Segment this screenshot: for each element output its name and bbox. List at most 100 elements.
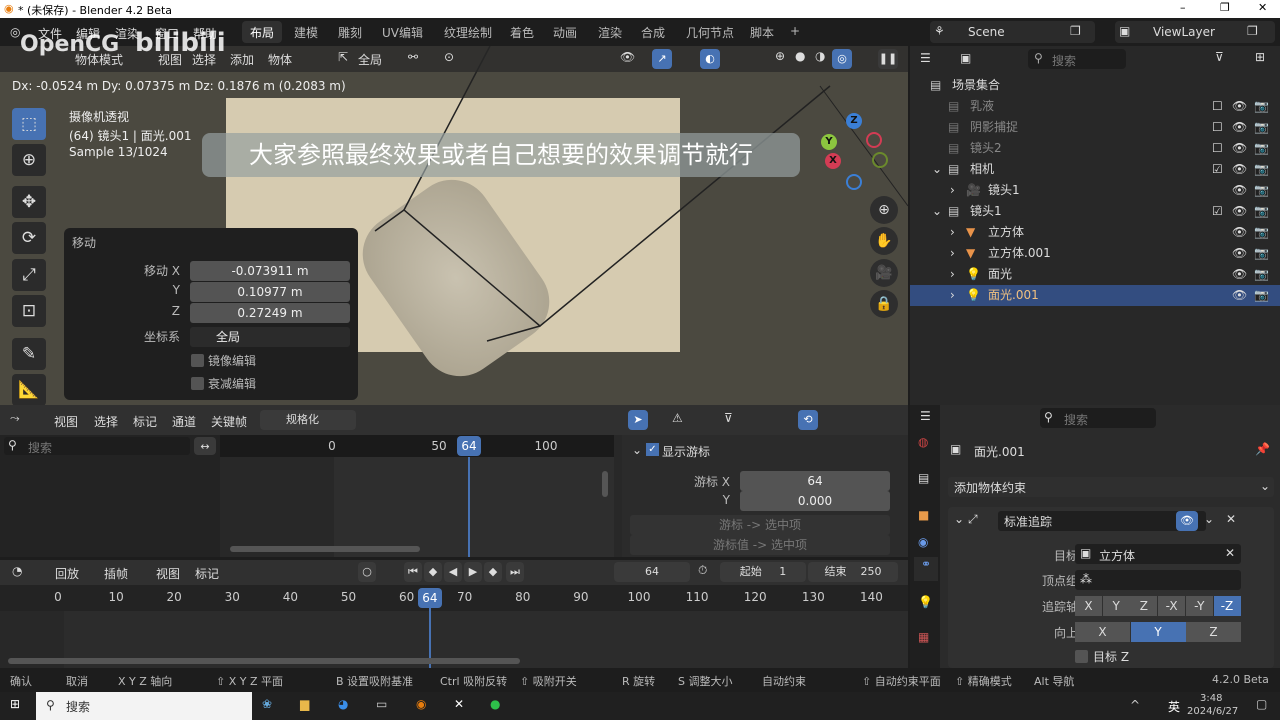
tab-modeling[interactable]: 建模	[286, 21, 326, 43]
video-app-icon[interactable]: ▭	[376, 697, 387, 711]
3d-viewport[interactable]: 物体模式 视图 选择 添加 物体 ⇱ 全局 ⚯ ⊙ 👁 ↗ ◐ ⊕ ● ◑ ◎ …	[0, 46, 908, 405]
annotate-tool-icon[interactable]: ✎	[12, 338, 46, 370]
filter-icon[interactable]: ⊽	[1215, 50, 1224, 64]
select-box-tool-icon[interactable]: ⬚	[12, 108, 46, 140]
track-axis--Z[interactable]: -Z	[1213, 596, 1241, 616]
track-axis--X[interactable]: -X	[1158, 596, 1186, 616]
editor-type-icon[interactable]: ⤳	[10, 411, 20, 426]
graph-v-scrollbar[interactable]	[602, 471, 608, 497]
pin-icon[interactable]: 📌	[1255, 442, 1270, 456]
move-x-field[interactable]: -0.073911 m	[190, 261, 350, 281]
add-workspace-button[interactable]: +	[782, 21, 808, 43]
tab-scripting[interactable]: 脚本	[742, 21, 782, 43]
world-tab-icon[interactable]: ◍	[918, 435, 928, 449]
next-keyframe-icon[interactable]: ◆	[484, 562, 502, 582]
collapse-icon[interactable]: ⌄	[954, 512, 964, 526]
blender-taskbar-icon[interactable]: ◉	[416, 697, 426, 711]
render-camera-icon[interactable]: 📷	[1254, 180, 1269, 201]
tab-shading[interactable]: 着色	[502, 21, 542, 43]
expand-icon[interactable]: ›	[950, 222, 955, 243]
clock-date[interactable]: 2024/6/27	[1187, 706, 1238, 717]
expand-icon[interactable]: ›	[950, 285, 955, 306]
warning-icon[interactable]: ⚠	[672, 411, 683, 425]
exclude-checkbox[interactable]: ☐	[1212, 96, 1223, 117]
graph-playhead-label[interactable]: 64	[457, 436, 481, 456]
solid-shading-icon[interactable]: ●	[795, 49, 805, 63]
view-layer-selector[interactable]: ▣ ViewLayer ❐	[1115, 21, 1275, 43]
texture-tab-icon[interactable]: ▦	[918, 630, 929, 644]
clock-time[interactable]: 3:48	[1200, 693, 1222, 704]
windows-start-icon[interactable]: ⊞	[10, 697, 20, 711]
gizmo-y-axis[interactable]: Y	[821, 134, 837, 150]
exclude-checkbox[interactable]: ☐	[1212, 117, 1223, 138]
tab-geometry-nodes[interactable]: 几何节点	[678, 21, 742, 43]
menu-object[interactable]: 物体	[268, 51, 292, 68]
cursor-to-selected-button[interactable]: 游标 -> 选中项	[630, 515, 890, 535]
cursor-value-to-selected-button[interactable]: 游标值 -> 选中项	[630, 535, 890, 555]
constraint-name-field[interactable]: 标准追踪	[998, 511, 1206, 531]
playback-menu[interactable]: 回放	[55, 565, 79, 582]
outliner-row[interactable]: 💡 › 面光.001 👁 📷	[910, 285, 1280, 306]
delete-constraint-icon[interactable]: ✕	[1226, 512, 1236, 526]
graph-h-scrollbar[interactable]	[230, 546, 420, 552]
visibility-eye-icon[interactable]: 👁	[1232, 159, 1247, 180]
orientation-dropdown[interactable]: 全局	[358, 51, 382, 68]
measure-tool-icon[interactable]: 📐	[12, 374, 46, 405]
edge-browser-icon[interactable]: ◕	[338, 697, 348, 711]
maximize-button[interactable]: ❐	[1220, 1, 1230, 14]
graph-filter-icon[interactable]: ⊽	[724, 411, 733, 425]
up-axis-X[interactable]: X	[1075, 622, 1130, 642]
move-panel-title[interactable]: 移动	[72, 234, 96, 251]
new-scene-icon[interactable]: ❐	[1070, 24, 1081, 38]
outliner-row[interactable]: ▤ 乳液 ☐ 👁 📷	[910, 96, 1280, 117]
select-arrow-icon[interactable]: ➤	[628, 410, 648, 430]
exclude-checkbox[interactable]: ☑	[1212, 159, 1223, 180]
visibility-eye-icon[interactable]: 👁	[1232, 201, 1247, 222]
collapse-icon[interactable]: ⌄	[632, 443, 642, 457]
ime-indicator[interactable]: 英	[1168, 698, 1180, 715]
gizmo-x-axis[interactable]: X	[825, 153, 841, 169]
gizmo-neg-x[interactable]	[866, 132, 882, 148]
render-camera-icon[interactable]: 📷	[1254, 243, 1269, 264]
visibility-eye-icon[interactable]: 👁	[1232, 96, 1247, 117]
notifications-icon[interactable]: ▢	[1256, 697, 1267, 711]
visibility-eye-icon[interactable]: 👁	[1232, 117, 1247, 138]
render-camera-icon[interactable]: 📷	[1254, 264, 1269, 285]
display-mode-icon[interactable]: ☰	[920, 51, 931, 65]
visibility-eye-icon[interactable]: 👁	[1232, 138, 1247, 159]
vertex-group-field[interactable]: ⁂	[1075, 570, 1241, 590]
visibility-icon[interactable]: 👁	[620, 50, 635, 64]
start-frame-field[interactable]: 起始 1	[720, 562, 806, 582]
gizmo-neg-z[interactable]	[846, 174, 862, 190]
timeline[interactable]: ◔ 回放 插帧 视图 标记 ○ ⏮ ◆ ◀ ▶ ◆ ⏭ 64 ⏱ 起始 1 结束…	[0, 560, 908, 668]
constraints-tab-icon[interactable]: ⚭	[914, 557, 938, 581]
outliner-search[interactable]: ⚲ 搜索	[1028, 49, 1126, 69]
tray-expand-icon[interactable]: ^	[1130, 698, 1140, 712]
lock-icon[interactable]: 🔒	[870, 290, 898, 318]
light-data-tab-icon[interactable]: 💡	[918, 595, 933, 609]
render-camera-icon[interactable]: 📷	[1254, 159, 1269, 180]
tab-animation[interactable]: 动画	[545, 21, 585, 43]
visibility-eye-icon[interactable]: 👁	[1232, 222, 1247, 243]
tab-compositing[interactable]: 合成	[633, 21, 673, 43]
app-icon-1[interactable]: ❀	[262, 697, 272, 711]
close-button[interactable]: ✕	[1258, 1, 1267, 14]
graph-menu-marker[interactable]: 标记	[133, 413, 157, 430]
swap-icon[interactable]: ↔	[194, 437, 216, 455]
jump-end-icon[interactable]: ⏭	[506, 562, 524, 582]
graph-menu-key[interactable]: 关键帧	[211, 413, 247, 430]
gizmo-neg-y[interactable]	[872, 152, 888, 168]
auto-keying-icon[interactable]: ○	[358, 562, 376, 582]
tab-sculpt[interactable]: 雕刻	[330, 21, 370, 43]
target-field[interactable]: ▣ 立方体 ✕	[1075, 544, 1241, 564]
collection-tab-icon[interactable]: ▤	[918, 471, 929, 485]
snap-icon[interactable]: ⊙	[444, 50, 454, 64]
constraint-visibility-icon[interactable]: 👁	[1176, 511, 1198, 531]
timeline-marker-menu[interactable]: 标记	[195, 565, 219, 582]
tab-layout[interactable]: 布局	[242, 21, 283, 43]
visibility-eye-icon[interactable]: 👁	[1232, 264, 1247, 285]
graph-snap-icon[interactable]: ⟲	[798, 410, 818, 430]
camera-view-icon[interactable]: 🎥	[870, 259, 898, 287]
clear-target-icon[interactable]: ✕	[1225, 546, 1235, 560]
end-frame-field[interactable]: 结束 250	[808, 562, 898, 582]
